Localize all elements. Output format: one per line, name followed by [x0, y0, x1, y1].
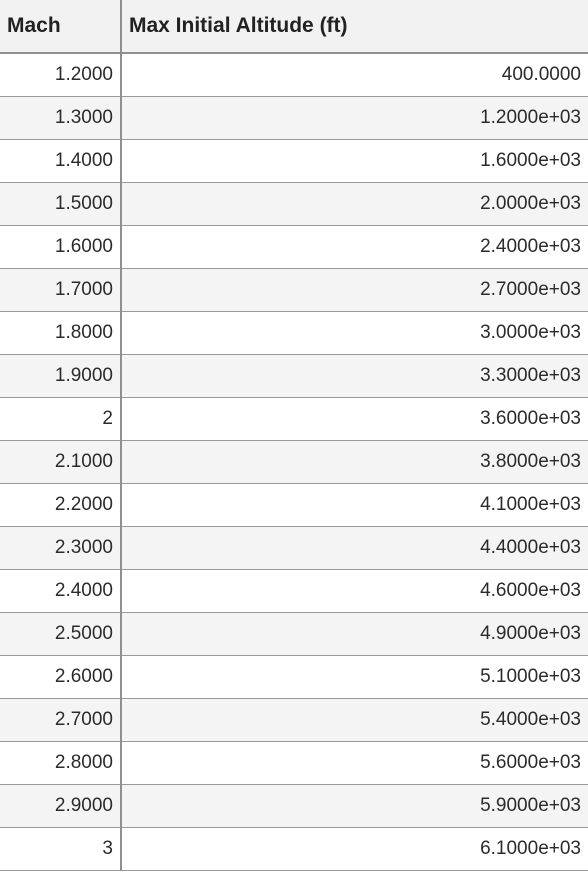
cell-altitude: 4.1000e+03 — [121, 483, 588, 527]
cell-mach: 1.4000 — [0, 139, 122, 183]
cell-mach: 2.5000 — [0, 612, 122, 656]
cell-altitude: 3.6000e+03 — [121, 397, 588, 441]
cell-mach: 1.6000 — [0, 225, 122, 269]
table-row: 1.5000 2.0000e+03 — [0, 182, 588, 226]
table-row: 1.8000 3.0000e+03 — [0, 311, 588, 355]
cell-mach: 1.9000 — [0, 354, 122, 398]
column-header-mach[interactable]: Mach — [0, 0, 122, 54]
table-row: 2.9000 5.9000e+03 — [0, 784, 588, 828]
cell-altitude: 4.6000e+03 — [121, 569, 588, 613]
cell-altitude: 4.4000e+03 — [121, 526, 588, 570]
table-row: 1.9000 3.3000e+03 — [0, 354, 588, 398]
cell-altitude: 1.2000e+03 — [121, 96, 588, 140]
table-body: 1.2000 400.0000 1.3000 1.2000e+03 1.4000 1.60… — [0, 53, 588, 871]
table-row: 1.4000 1.6000e+03 — [0, 139, 588, 183]
table-row: 3 6.1000e+03 — [0, 827, 588, 871]
table-row: 2.6000 5.1000e+03 — [0, 655, 588, 699]
table-row: 2.3000 4.4000e+03 — [0, 526, 588, 570]
cell-mach: 1.7000 — [0, 268, 122, 312]
table-row: 2.5000 4.9000e+03 — [0, 612, 588, 656]
column-header-altitude[interactable]: Max Initial Altitude (ft) — [121, 0, 588, 54]
table-row: 1.3000 1.2000e+03 — [0, 96, 588, 140]
cell-altitude: 4.9000e+03 — [121, 612, 588, 656]
cell-altitude: 3.8000e+03 — [121, 440, 588, 484]
cell-altitude: 6.1000e+03 — [121, 827, 588, 871]
cell-mach: 2.8000 — [0, 741, 122, 785]
cell-altitude: 5.4000e+03 — [121, 698, 588, 742]
cell-mach: 2.7000 — [0, 698, 122, 742]
cell-mach: 2.4000 — [0, 569, 122, 613]
table-row: 1.6000 2.4000e+03 — [0, 225, 588, 269]
cell-altitude: 5.9000e+03 — [121, 784, 588, 828]
cell-mach: 1.2000 — [0, 53, 122, 97]
cell-mach: 2 — [0, 397, 122, 441]
cell-mach: 2.6000 — [0, 655, 122, 699]
cell-altitude: 5.6000e+03 — [121, 741, 588, 785]
table-row: 2.2000 4.1000e+03 — [0, 483, 588, 527]
cell-altitude: 3.3000e+03 — [121, 354, 588, 398]
cell-altitude: 2.4000e+03 — [121, 225, 588, 269]
table-row: 1.2000 400.0000 — [0, 53, 588, 97]
table-row: 1.7000 2.7000e+03 — [0, 268, 588, 312]
cell-altitude: 2.0000e+03 — [121, 182, 588, 226]
table-row: 2.8000 5.6000e+03 — [0, 741, 588, 785]
cell-mach: 3 — [0, 827, 122, 871]
cell-mach: 1.3000 — [0, 96, 122, 140]
cell-altitude: 2.7000e+03 — [121, 268, 588, 312]
table-row: 2.4000 4.6000e+03 — [0, 569, 588, 613]
cell-mach: 2.9000 — [0, 784, 122, 828]
table-row: 2 3.6000e+03 — [0, 397, 588, 441]
cell-mach: 1.5000 — [0, 182, 122, 226]
table-row: 2.1000 3.8000e+03 — [0, 440, 588, 484]
cell-mach: 2.3000 — [0, 526, 122, 570]
header-row: Mach Max Initial Altitude (ft) — [0, 0, 588, 54]
cell-altitude: 3.0000e+03 — [121, 311, 588, 355]
cell-mach: 2.2000 — [0, 483, 122, 527]
mach-altitude-table: Mach Max Initial Altitude (ft) 1.2000 400… — [0, 0, 588, 871]
cell-altitude: 400.0000 — [121, 53, 588, 97]
cell-mach: 1.8000 — [0, 311, 122, 355]
cell-altitude: 1.6000e+03 — [121, 139, 588, 183]
table-row: 2.7000 5.4000e+03 — [0, 698, 588, 742]
cell-mach: 2.1000 — [0, 440, 122, 484]
cell-altitude: 5.1000e+03 — [121, 655, 588, 699]
table-header: Mach Max Initial Altitude (ft) — [0, 0, 588, 54]
